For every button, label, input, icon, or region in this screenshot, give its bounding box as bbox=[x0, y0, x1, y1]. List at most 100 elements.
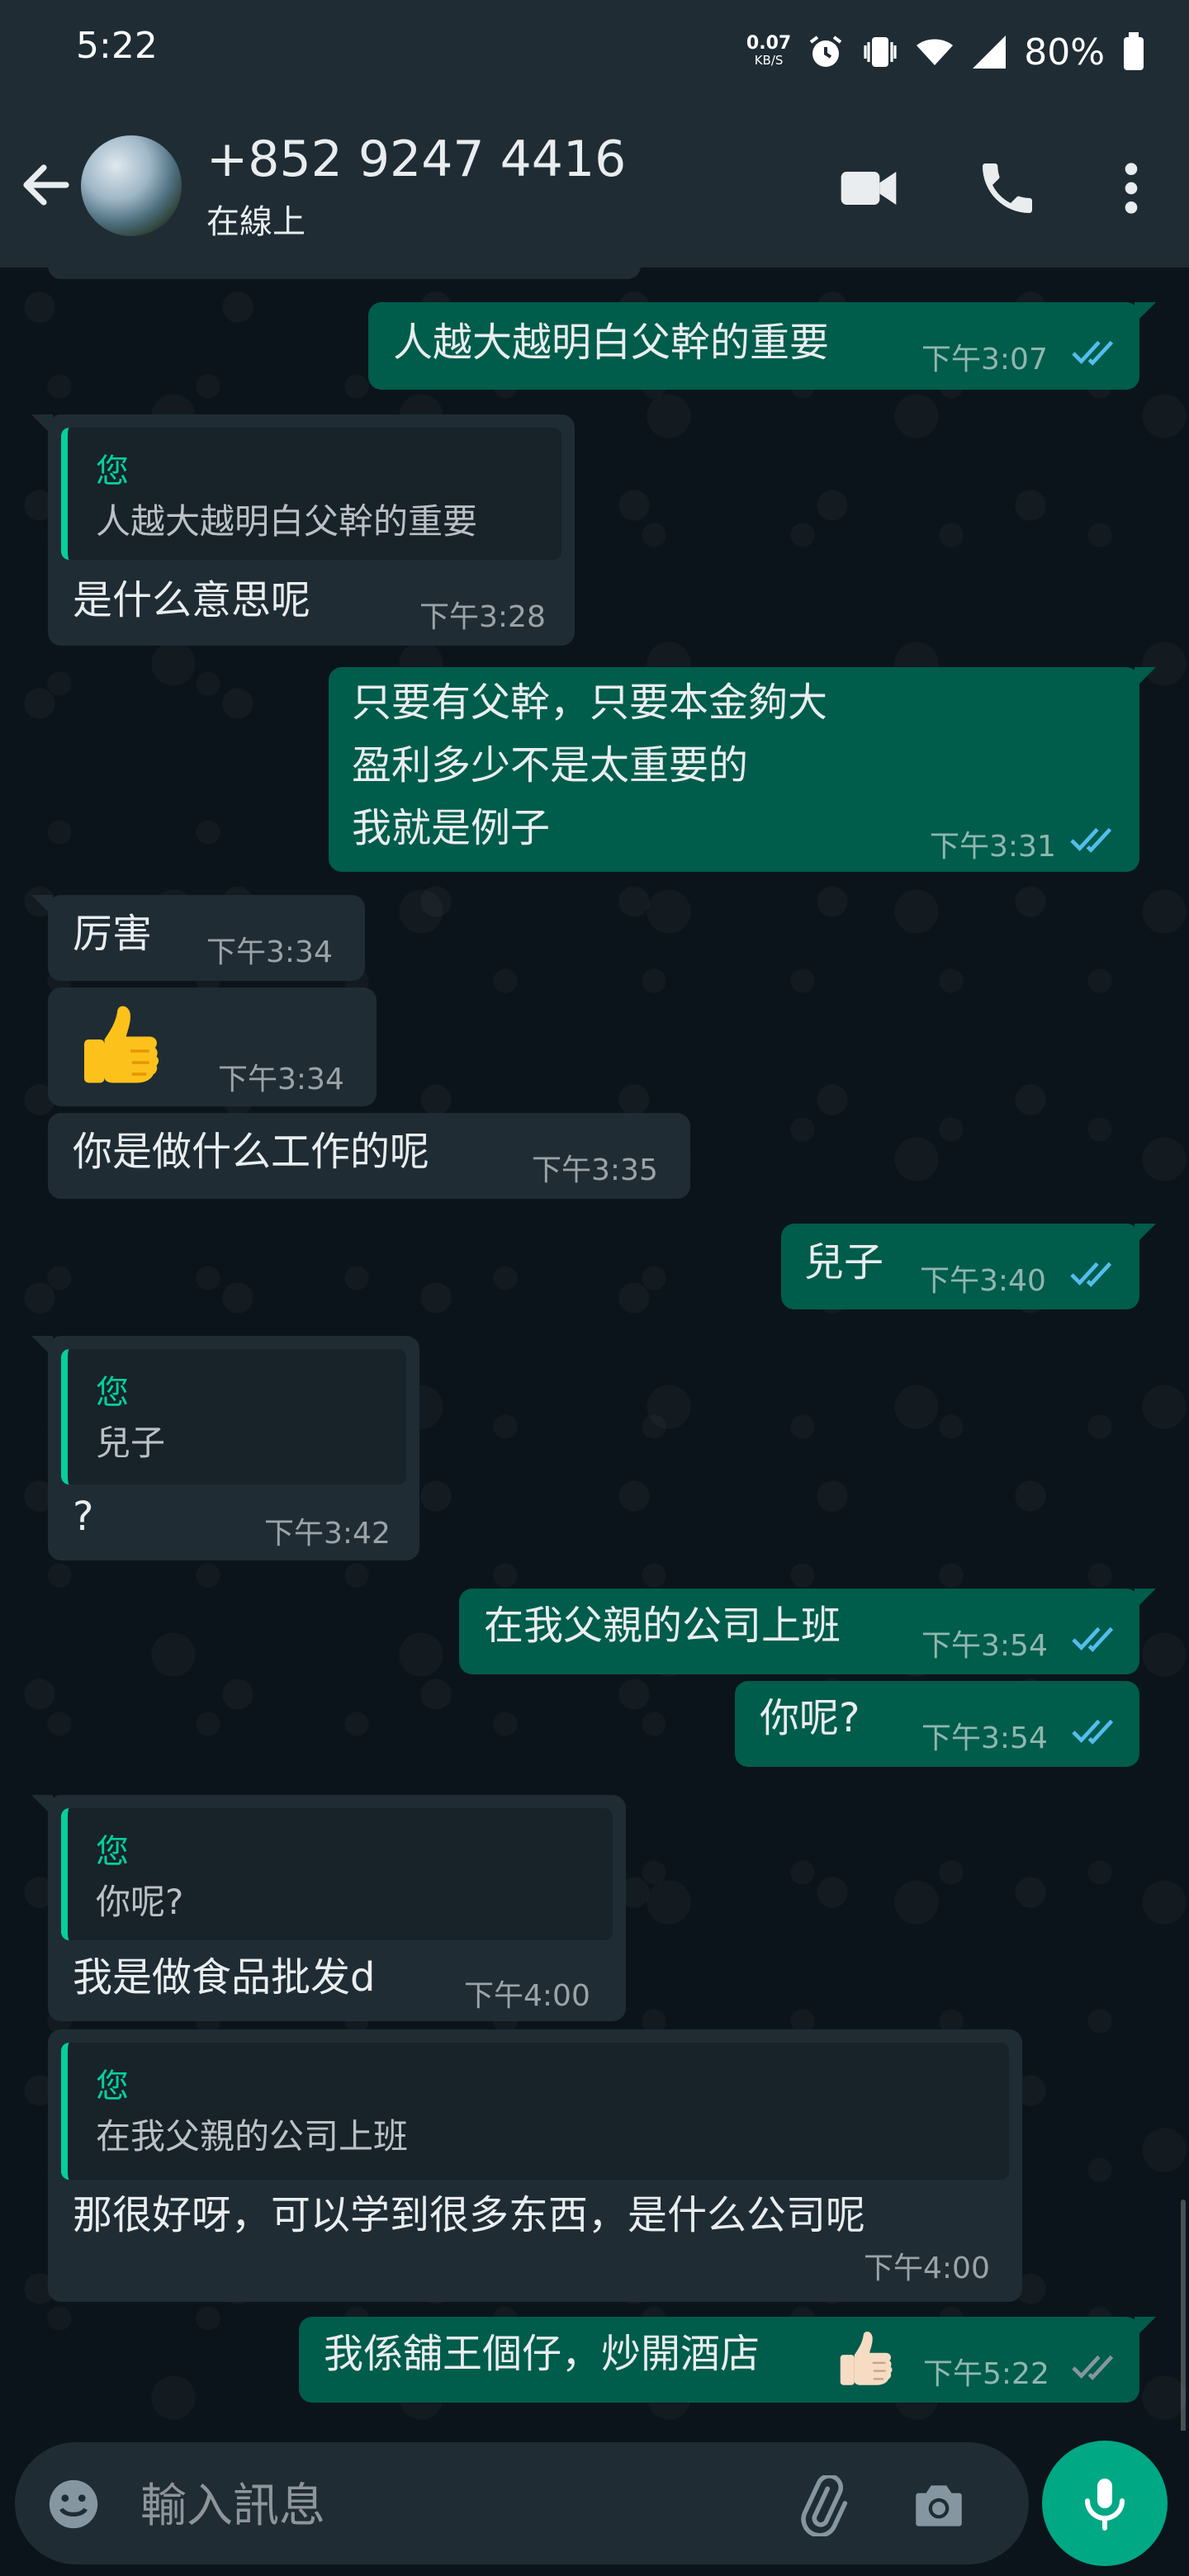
quote-text: 你呢? bbox=[96, 1882, 184, 1922]
wifi-icon bbox=[917, 39, 954, 65]
message-text: 我係舖王個仔，炒開酒店 bbox=[324, 2331, 760, 2377]
message-text: 你呢? bbox=[760, 1695, 860, 1741]
chat-header: +852 9247 4416 在線上 bbox=[0, 106, 1189, 268]
bubble-tail bbox=[1135, 2317, 1156, 2338]
message-time: 下午4:00 bbox=[464, 1979, 590, 2013]
double-check-icon bbox=[1072, 1719, 1114, 1745]
message-text: 那很好呀，可以学到很多东西，是什么公司呢 bbox=[73, 2192, 866, 2238]
bubble-tail bbox=[31, 1795, 53, 1816]
bubble-tail bbox=[1135, 302, 1156, 324]
message-text: 你是做什么工作的呢 bbox=[73, 1129, 430, 1175]
message-text: 兒子 bbox=[804, 1239, 884, 1286]
message-time: 下午3:54 bbox=[921, 1629, 1048, 1663]
bubble-tail bbox=[31, 414, 53, 436]
message-bubble-incoming[interactable]: 您 兒子 ? 下午3:42 bbox=[31, 1336, 419, 1560]
bubble-tail bbox=[31, 895, 53, 916]
message-bubble-incoming[interactable]: 您 你呢? 我是做食品批发d 下午4:00 bbox=[31, 1795, 626, 2021]
bubble-tail bbox=[1135, 667, 1156, 689]
message-list[interactable]: 人越大越明白父幹的重要 下午3:07 您 人越大越明白父幹的重要 是什么意思呢 … bbox=[0, 268, 1189, 2431]
message-bubble-outgoing[interactable]: 在我父親的公司上班 下午3:54 bbox=[459, 1589, 1156, 1674]
message-time: 下午3:40 bbox=[920, 1264, 1046, 1298]
mic-icon bbox=[1085, 2479, 1125, 2531]
message-time: 下午3:28 bbox=[419, 600, 546, 634]
phone-icon[interactable] bbox=[974, 155, 1040, 221]
message-bubble-outgoing[interactable]: 兒子 下午3:40 bbox=[781, 1224, 1156, 1309]
message-time: 下午3:07 bbox=[921, 343, 1048, 376]
message-time: 下午3:54 bbox=[921, 1721, 1048, 1755]
more-options-icon[interactable] bbox=[1098, 155, 1164, 221]
message-text: 在我父親的公司上班 bbox=[484, 1603, 841, 1649]
message-text: 厉害 bbox=[73, 911, 153, 957]
message-time: 下午3:35 bbox=[532, 1153, 658, 1187]
net-speed-value: 0.07 bbox=[746, 33, 792, 54]
message-bubble-incoming[interactable]: 你是做什么工作的呢 下午3:35 bbox=[48, 1113, 690, 1199]
status-bar: 5:22 0.07 KB/S 80% bbox=[0, 0, 1189, 106]
camera-icon[interactable] bbox=[908, 2475, 969, 2536]
message-time: 下午5:22 bbox=[923, 2357, 1049, 2391]
composer-bar bbox=[0, 2431, 1189, 2576]
alarm-icon bbox=[810, 36, 842, 67]
message-input[interactable] bbox=[139, 2472, 786, 2540]
mic-button[interactable] bbox=[1042, 2441, 1168, 2566]
quoted-message[interactable]: 您 兒子 bbox=[61, 1349, 406, 1485]
quoted-message[interactable]: 您 人越大越明白父幹的重要 bbox=[61, 428, 561, 560]
avatar[interactable] bbox=[81, 135, 182, 236]
message-bubble-outgoing[interactable]: 我係舖王個仔，炒開酒店 下午5:22 bbox=[299, 2317, 1156, 2403]
bubble-tail bbox=[1135, 1589, 1156, 1610]
net-speed: 0.07 KB/S bbox=[746, 33, 792, 69]
video-call-icon[interactable] bbox=[836, 155, 902, 221]
message-bubble-incoming[interactable]: 厉害 下午3:34 bbox=[31, 895, 365, 981]
status-time: 5:22 bbox=[76, 25, 158, 67]
thumbs-up-emoji bbox=[84, 1006, 159, 1083]
quote-author: 您 bbox=[96, 1833, 129, 1871]
message-time: 下午4:00 bbox=[864, 2252, 990, 2285]
double-check-icon bbox=[1072, 1627, 1114, 1652]
double-check-icon bbox=[1070, 1262, 1112, 1287]
quote-author: 您 bbox=[96, 452, 129, 490]
net-speed-unit: KB/S bbox=[754, 53, 784, 68]
message-text-line: 只要有父幹，只要本金夠大 bbox=[352, 680, 828, 726]
quote-text: 在我父親的公司上班 bbox=[96, 2116, 409, 2157]
quote-text: 兒子 bbox=[96, 1423, 166, 1463]
attach-icon[interactable] bbox=[791, 2475, 852, 2536]
contact-status: 在線上 bbox=[206, 203, 306, 241]
message-text-line: 我就是例子 bbox=[352, 805, 551, 851]
message-bubble-outgoing[interactable]: 你呢? 下午3:54 bbox=[735, 1681, 1139, 1767]
message-time: 下午3:34 bbox=[206, 935, 333, 969]
quoted-message[interactable]: 您 你呢? bbox=[61, 1808, 613, 1940]
double-check-icon bbox=[1070, 827, 1112, 853]
contact-name[interactable]: +852 9247 4416 bbox=[206, 130, 626, 188]
message-text: 我是做食品批发d bbox=[73, 1954, 376, 2001]
message-input-container[interactable] bbox=[15, 2442, 1029, 2564]
partial-message-bubble bbox=[48, 268, 641, 279]
thumbs-up-emoji bbox=[840, 2332, 893, 2385]
message-text: ? bbox=[73, 1494, 94, 1540]
message-time: 下午3:31 bbox=[930, 830, 1056, 864]
message-bubble-incoming[interactable]: 您 人越大越明白父幹的重要 是什么意思呢 下午3:28 bbox=[31, 414, 575, 646]
message-text: 人越大越明白父幹的重要 bbox=[393, 320, 830, 366]
vibrate-icon bbox=[864, 37, 897, 67]
message-text: 是什么意思呢 bbox=[73, 577, 311, 623]
back-arrow-icon[interactable] bbox=[17, 155, 76, 215]
signal-icon bbox=[973, 36, 1007, 69]
quote-author: 您 bbox=[96, 2067, 129, 2105]
quote-text: 人越大越明白父幹的重要 bbox=[96, 501, 478, 542]
quote-author: 您 bbox=[96, 1374, 129, 1412]
double-check-icon bbox=[1072, 340, 1114, 366]
message-time: 下午3:34 bbox=[218, 1063, 344, 1096]
message-bubble-incoming[interactable]: 下午3:34 bbox=[48, 987, 377, 1106]
status-icons: 0.07 KB/S 80% bbox=[746, 23, 1148, 81]
message-bubble-outgoing[interactable]: 只要有父幹，只要本金夠大 盈利多少不是太重要的 我就是例子 下午3:31 bbox=[329, 667, 1156, 872]
bubble-tail bbox=[31, 1336, 53, 1357]
battery-level: 80% bbox=[1024, 31, 1105, 73]
scrollbar[interactable] bbox=[1181, 2200, 1186, 2431]
double-check-icon bbox=[1072, 2355, 1114, 2380]
message-text-line: 盈利多少不是太重要的 bbox=[352, 742, 749, 788]
message-bubble-incoming[interactable]: 您 在我父親的公司上班 那很好呀，可以学到很多东西，是什么公司呢 下午4:00 bbox=[48, 2029, 1022, 2302]
message-time: 下午3:42 bbox=[264, 1517, 391, 1551]
battery-icon bbox=[1124, 32, 1144, 70]
bubble-tail bbox=[1135, 1224, 1156, 1245]
quoted-message[interactable]: 您 在我父親的公司上班 bbox=[61, 2043, 1009, 2180]
message-bubble-outgoing[interactable]: 人越大越明白父幹的重要 下午3:07 bbox=[368, 302, 1156, 390]
emoji-icon[interactable] bbox=[45, 2475, 102, 2533]
